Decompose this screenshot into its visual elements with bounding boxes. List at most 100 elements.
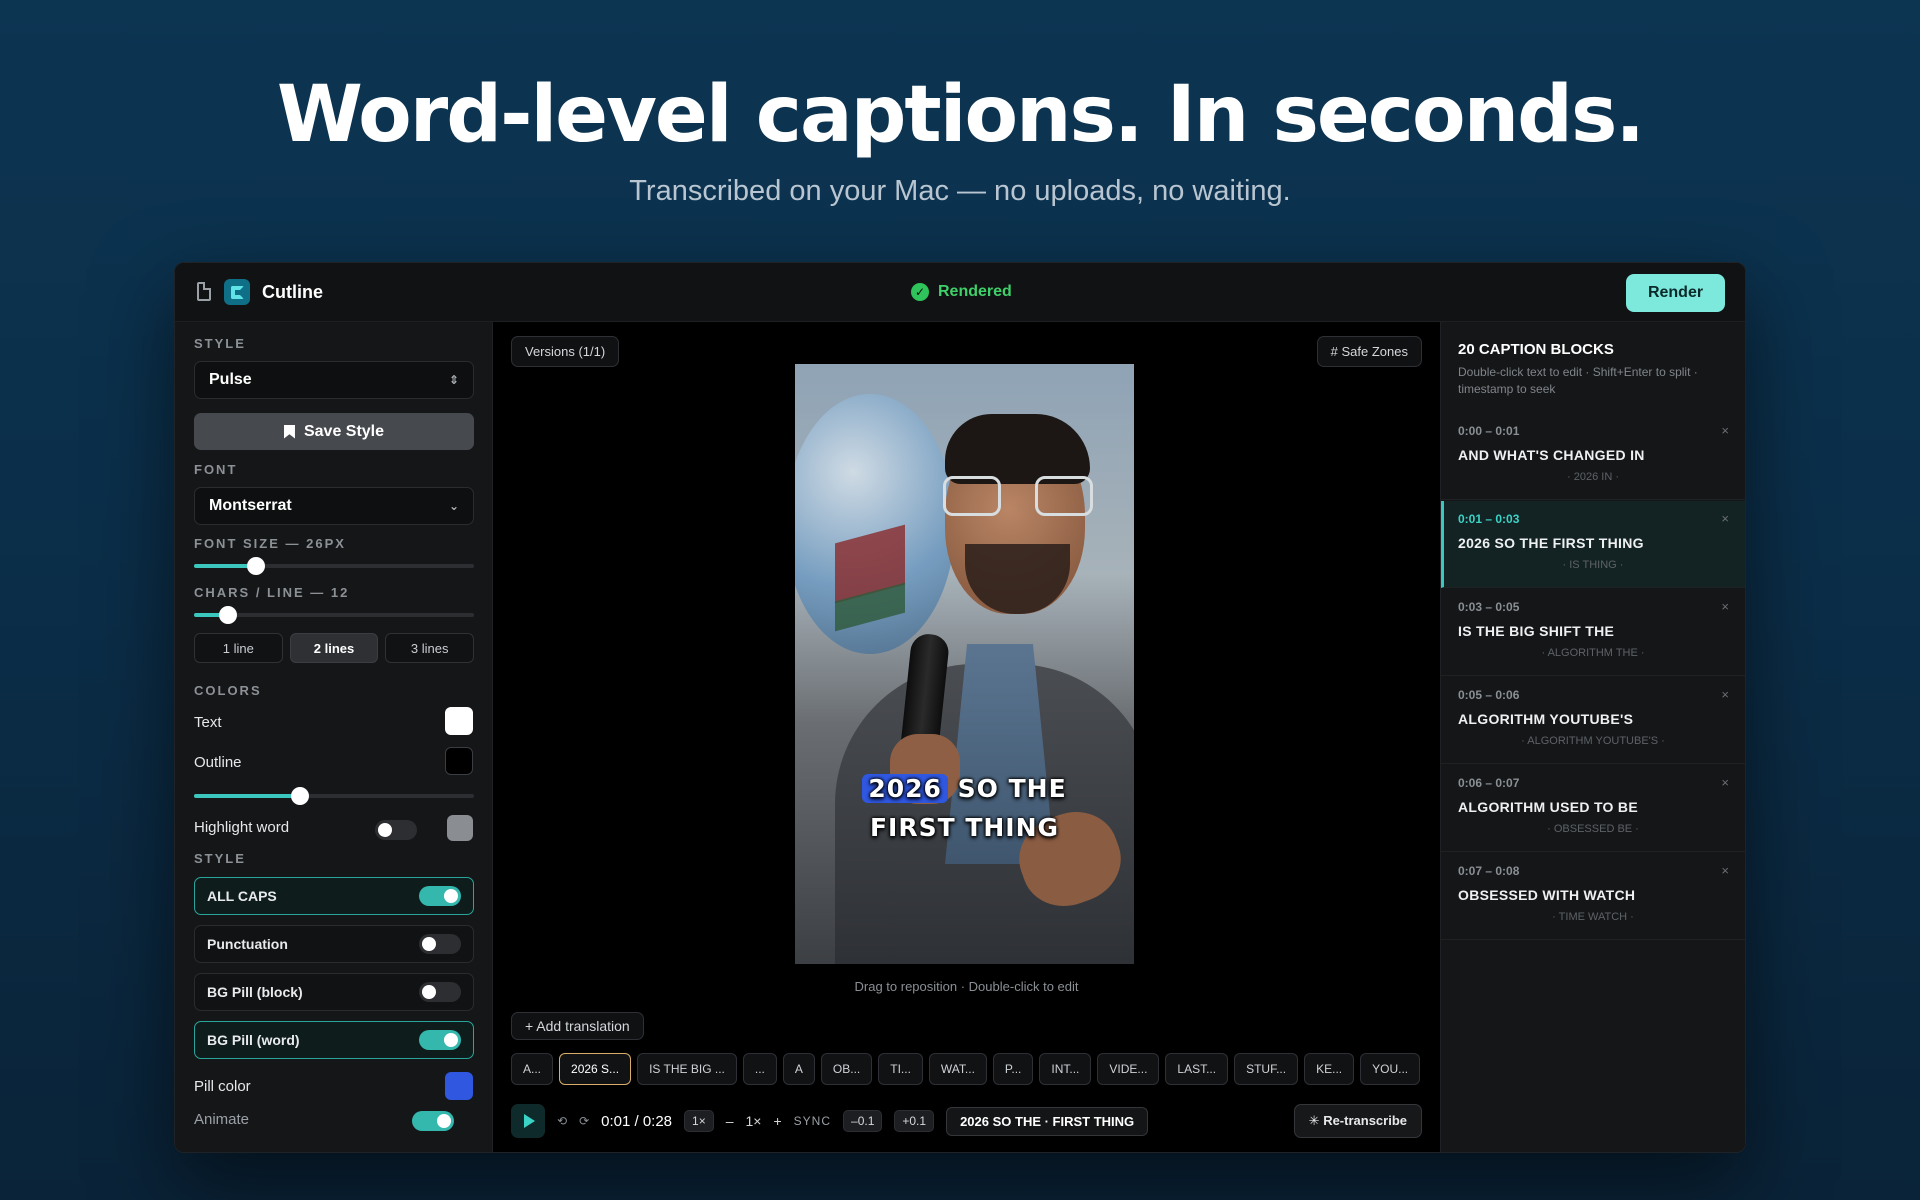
word-chip[interactable]: IS THE BIG ... — [637, 1053, 737, 1085]
word-chip[interactable]: WAT... — [928, 1053, 987, 1085]
caption-block-text[interactable]: ALGORITHM YOUTUBE'S — [1458, 711, 1728, 727]
word-chip[interactable]: STUF... — [1234, 1053, 1299, 1085]
playback-speed-badge[interactable]: 1× — [684, 1110, 714, 1132]
word-chip[interactable]: P... — [992, 1053, 1034, 1085]
font-select[interactable]: Montserrat ⌄ — [194, 487, 474, 525]
style-label: STYLE — [194, 336, 246, 351]
speed-decrease-button[interactable]: – — [726, 1113, 734, 1129]
font-size-knob[interactable] — [246, 557, 265, 575]
play-icon[interactable] — [511, 1104, 545, 1138]
caption-block[interactable]: 0:00 – 0:01 AND WHAT'S CHANGED IN · 2026 I… — [1441, 413, 1745, 500]
word-chip[interactable]: A... — [511, 1053, 554, 1085]
style-option-row[interactable]: BG Pill (block) — [194, 973, 474, 1011]
animate-toggle[interactable] — [412, 1111, 454, 1131]
caption-block-text[interactable]: AND WHAT'S CHANGED IN — [1458, 447, 1728, 463]
caption-block[interactable]: 0:01 – 0:03 2026 SO THE FIRST THING · IS T… — [1441, 501, 1745, 588]
style-option-toggle[interactable] — [419, 982, 461, 1002]
caption-block-time[interactable]: 0:03 – 0:05 — [1458, 600, 1728, 614]
pill-color-swatch[interactable] — [445, 1072, 473, 1100]
word-chip[interactable]: A — [782, 1053, 815, 1085]
word-chip[interactable]: 2026 S... — [559, 1053, 632, 1085]
line-option[interactable]: 3 lines — [385, 633, 475, 663]
word-chip[interactable]: INT... — [1039, 1053, 1092, 1085]
preview-hint: Drag to reposition · Double-click to edi… — [854, 979, 1079, 994]
render-button[interactable]: Render — [1626, 274, 1725, 312]
bookmark-icon — [283, 424, 295, 439]
highlight-color-swatch[interactable] — [447, 815, 473, 841]
add-translation-button[interactable]: + Add translation — [511, 1012, 644, 1040]
caption-block-time[interactable]: 0:01 – 0:03 — [1458, 512, 1728, 526]
sync-label: SYNC — [793, 1114, 832, 1128]
style-option-label: Punctuation — [207, 936, 288, 952]
word-chip[interactable]: KE... — [1304, 1053, 1355, 1085]
document-icon[interactable] — [197, 282, 211, 301]
caption-block[interactable]: 0:06 – 0:07 ALGORITHM USED TO BE · OBSESSE… — [1441, 765, 1745, 852]
close-icon[interactable]: × — [1721, 423, 1729, 438]
caption-block-text[interactable]: OBSESSED WITH WATCH — [1458, 887, 1728, 903]
caption-overlay[interactable]: 2026 SO THE FIRST THING — [795, 769, 1134, 847]
text-color-label: Text — [194, 714, 222, 731]
word-chip[interactable]: LAST... — [1165, 1053, 1229, 1085]
close-icon[interactable]: × — [1721, 775, 1729, 790]
outline-width-slider[interactable] — [194, 787, 474, 805]
chars-per-line-knob[interactable] — [218, 606, 237, 624]
caption-block-time[interactable]: 0:05 – 0:06 — [1458, 688, 1728, 702]
caption-block[interactable]: 0:05 – 0:06 ALGORITHM YOUTUBE'S · ALGORITH… — [1441, 677, 1745, 764]
word-chip[interactable]: YOU... — [1360, 1053, 1421, 1085]
speaker-glasses — [943, 476, 1093, 516]
style-options-label: STYLE — [194, 851, 246, 866]
font-value: Montserrat — [209, 497, 292, 514]
caption-block-time[interactable]: 0:07 – 0:08 — [1458, 864, 1728, 878]
style-option-row[interactable]: ALL CAPS — [194, 877, 474, 915]
style-select[interactable]: Pulse ⇕ — [194, 361, 474, 399]
outline-color-swatch[interactable] — [445, 747, 473, 775]
style-option-row[interactable]: BG Pill (word) — [194, 1021, 474, 1059]
status-text: Rendered — [938, 283, 1012, 300]
video-preview[interactable]: 2026 SO THE FIRST THING — [795, 364, 1134, 964]
caption-block-words: · ALGORITHM YOUTUBE'S · — [1521, 735, 1665, 747]
outline-width-knob[interactable] — [291, 787, 310, 805]
close-icon[interactable]: × — [1721, 511, 1729, 526]
line-option[interactable]: 1 line — [194, 633, 283, 663]
close-icon[interactable]: × — [1721, 863, 1729, 878]
render-status: ✓ Rendered — [911, 283, 1012, 301]
speed-increase-button[interactable]: + — [773, 1113, 781, 1129]
style-option-toggle[interactable] — [419, 934, 461, 954]
caption-block-text[interactable]: IS THE BIG SHIFT THE — [1458, 623, 1728, 639]
caption-block-time[interactable]: 0:00 – 0:01 — [1458, 424, 1728, 438]
caption-block-time[interactable]: 0:06 – 0:07 — [1458, 776, 1728, 790]
caption-block-words: · ALGORITHM THE · — [1541, 647, 1645, 659]
word-chip[interactable]: ... — [742, 1053, 777, 1085]
sync-minus-button[interactable]: –0.1 — [843, 1110, 883, 1132]
save-style-button[interactable]: Save Style — [194, 413, 474, 450]
highlight-word-toggle[interactable] — [375, 820, 417, 840]
font-size-slider[interactable] — [194, 557, 474, 575]
forward-icon[interactable]: ⟳ — [579, 1114, 589, 1128]
close-icon[interactable]: × — [1721, 599, 1729, 614]
retranscribe-button[interactable]: ✳ Re-transcribe — [1293, 1104, 1422, 1138]
word-chip[interactable]: VIDE... — [1097, 1053, 1160, 1085]
updown-chevron-icon: ⇕ — [448, 373, 459, 387]
animate-label: Animate — [194, 1111, 250, 1128]
word-chip[interactable]: OB... — [820, 1053, 873, 1085]
style-option-toggle[interactable] — [419, 886, 461, 906]
caption-block-text[interactable]: 2026 SO THE FIRST THING — [1458, 535, 1728, 551]
caption-block[interactable]: 0:07 – 0:08 OBSESSED WITH WATCH · TIME WAT… — [1441, 853, 1745, 940]
word-chip[interactable]: TI... — [878, 1053, 923, 1085]
close-icon[interactable]: × — [1721, 687, 1729, 702]
line-option[interactable]: 2 lines — [289, 633, 379, 663]
chars-per-line-slider[interactable] — [194, 606, 474, 624]
sync-plus-button[interactable]: +0.1 — [894, 1110, 935, 1132]
caption-block[interactable]: 0:03 – 0:05 IS THE BIG SHIFT THE · ALGORIT… — [1441, 589, 1745, 676]
speed-value: 1× — [745, 1113, 762, 1129]
style-option-toggle[interactable] — [419, 1030, 461, 1050]
hero-subtitle: Transcribed on your Mac — no uploads, no… — [629, 175, 1291, 207]
versions-button[interactable]: Versions (1/1) — [511, 336, 620, 367]
style-option-row[interactable]: Punctuation — [194, 925, 474, 963]
text-color-swatch[interactable] — [445, 707, 473, 735]
caption-block-text[interactable]: ALGORITHM USED TO BE — [1458, 799, 1728, 815]
caption-block-words: · IS THING · — [1562, 559, 1624, 571]
word-timeline: A... 2026 S... IS THE BIG ...... A OB... TI..… — [511, 1053, 1421, 1085]
rewind-icon[interactable]: ⟲ — [557, 1114, 567, 1128]
safe-zones-button[interactable]: # Safe Zones — [1316, 336, 1422, 367]
